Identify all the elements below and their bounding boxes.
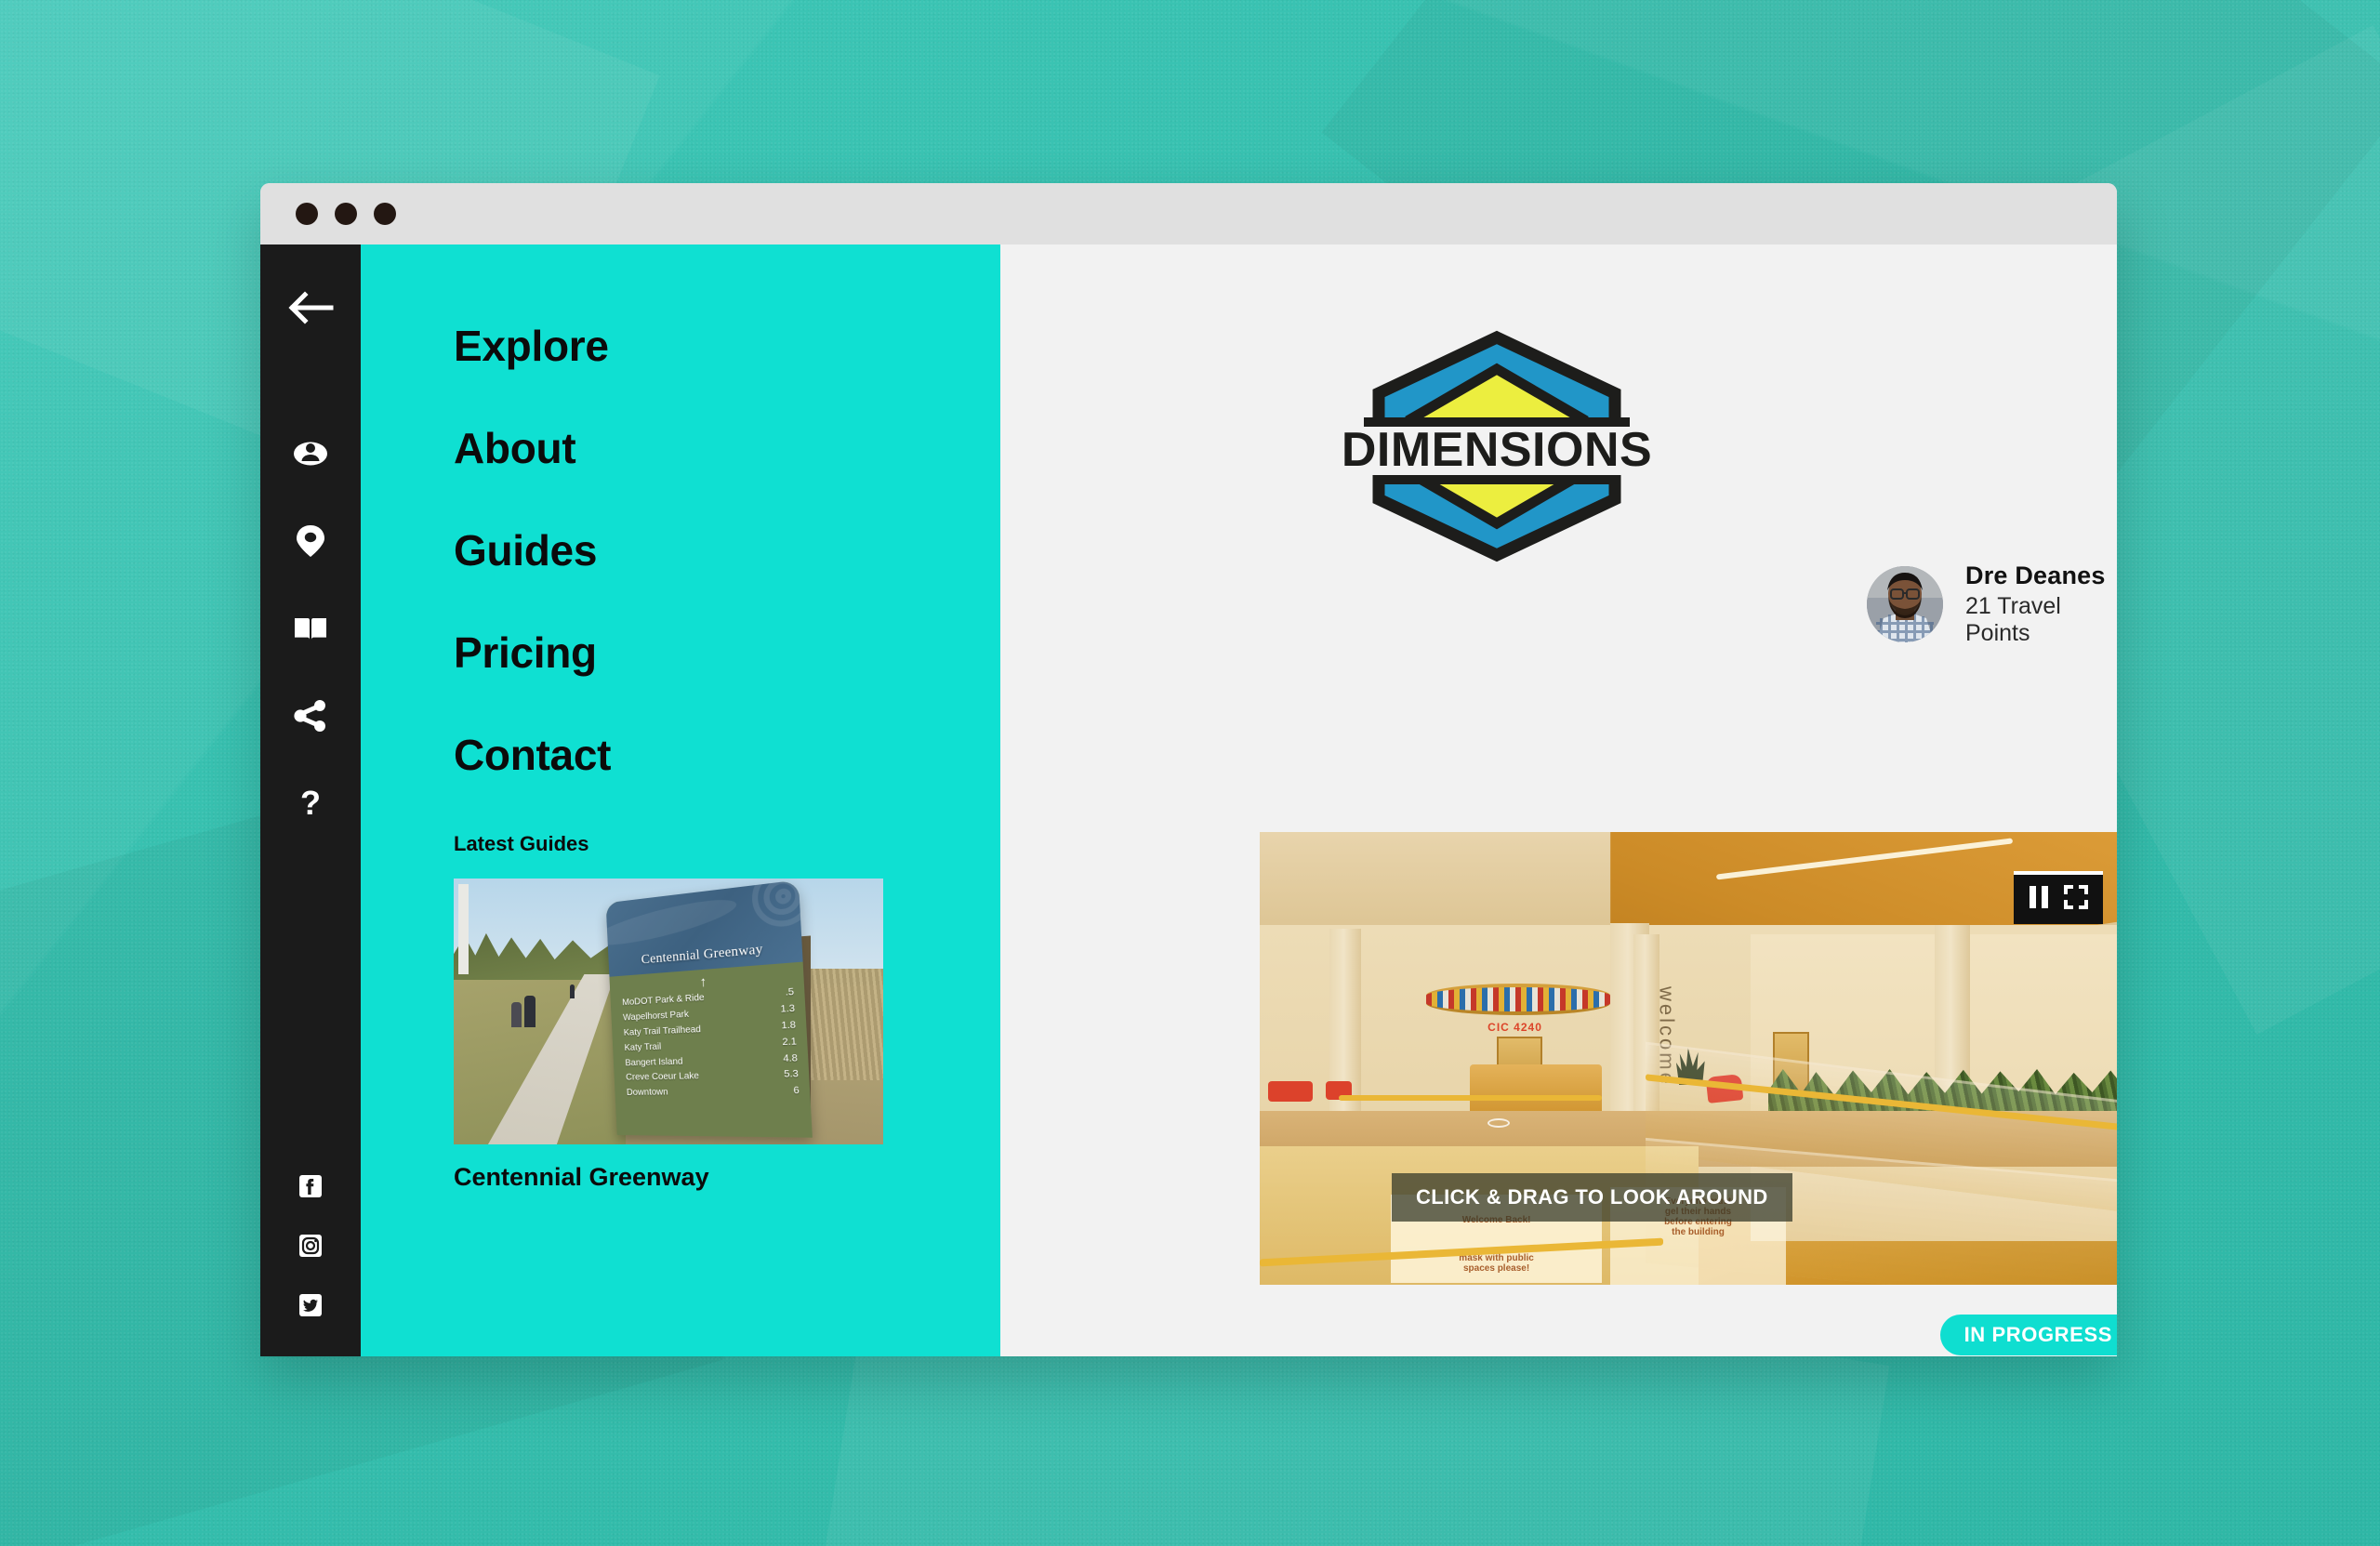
guide-sign-distance: 6 [792,1086,800,1097]
guide-sign-distance: .5 [785,987,795,999]
panorama-hint: CLICK & DRAG TO LOOK AROUND [1392,1173,1792,1222]
guide-trail-sign: Centennial Greenway ↑ MoDOT Park & Ride … [605,879,813,1139]
guide-sign-destination: Bangert Island [624,1056,683,1069]
pano-red-sofa [1268,1081,1313,1102]
guide-sign-destination: Downtown [626,1088,668,1099]
menu-item-contact[interactable]: Contact [454,730,611,780]
pano-floor-marker [1488,1118,1511,1128]
window-maximize-button[interactable] [374,203,396,225]
profile-name: Dre Deanes [1965,562,2106,589]
panorama-controls [2014,871,2103,924]
menu-item-pricing[interactable]: Pricing [454,628,597,678]
window-minimize-button[interactable] [335,203,357,225]
menu-item-guides[interactable]: Guides [454,525,597,575]
guide-title: Centennial Greenway [454,1163,709,1191]
guide-card[interactable]: Centennial Greenway ↑ MoDOT Park & Ride … [454,879,883,1192]
icon-rail-primary: ? [293,436,328,822]
guide-sign-row: Downtown 6 [626,1084,800,1102]
guide-pedestrian-3 [569,984,575,998]
open-book-icon[interactable] [293,611,328,646]
guide-pedestrian-1 [524,995,536,1028]
user-account-icon[interactable] [293,436,328,471]
status-badge-wrap: IN PROGRESS [1260,1315,2117,1355]
guide-sign-rows: ↑ MoDOT Park & Ride .5 Wapelhorst Park 1… [609,962,810,1102]
instagram-icon[interactable] [298,1234,323,1258]
pano-reception-desk [1470,1064,1602,1111]
pano-desk-sign-label: CIC 4240 [1488,1021,1542,1034]
guide-utility-pole [457,883,469,974]
user-profile[interactable]: Dre Deanes 21 Travel Points [1867,562,2117,647]
guide-sign-distance: 1.8 [780,1020,796,1032]
latest-guides-label: Latest Guides [454,832,589,855]
avatar [1867,566,1943,642]
guide-pedestrian-2 [511,1001,522,1028]
guide-sign-distance: 5.3 [783,1069,799,1081]
dimensions-logo[interactable]: DIMENSIONS [1343,330,1650,562]
pano-poster-line-3: spaces please! [1463,1263,1530,1274]
share-icon[interactable] [293,698,328,733]
back-arrow-icon[interactable] [284,282,337,334]
window-titlebar [260,183,2117,244]
guide-sign-distance: 4.8 [782,1052,798,1064]
pano-yellow-rail-1 [1338,1095,1602,1101]
window-body: DIMENSIONS Dre Deanes 21 Travel Points C… [260,244,2117,1356]
guide-sign-destination: Creve Coeur Lake [625,1071,699,1084]
svg-text:?: ? [300,786,321,821]
pano-poster2-line-4: the building [1672,1227,1725,1237]
guide-sign-distance: 1.3 [779,1003,795,1016]
profile-points: 21 Travel Points [1965,593,2061,646]
menu-item-explore[interactable]: Explore [454,321,609,371]
pano-cic-sign: CIC 4240 [1488,1021,1542,1034]
panorama-viewer[interactable]: CIC 4240 welcome mask with public spaces… [1260,832,2117,1285]
browser-window: DIMENSIONS Dre Deanes 21 Travel Points C… [260,183,2117,1356]
navigation-menu-overlay: Explore About Guides Pricing Contact Lat… [361,244,1000,1356]
facebook-icon[interactable] [298,1174,323,1198]
logo-wordmark: DIMENSIONS [1343,423,1650,477]
menu-item-about[interactable]: About [454,423,576,473]
fullscreen-icon[interactable] [2062,883,2090,916]
pause-icon[interactable] [2027,883,2051,916]
question-mark-icon[interactable]: ? [293,784,328,822]
twitter-icon[interactable] [298,1293,323,1317]
desktop-background: DIMENSIONS Dre Deanes 21 Travel Points C… [0,0,2380,1546]
window-close-button[interactable] [296,203,318,225]
guide-sign-distance: 2.1 [781,1037,797,1049]
guide-sign-destination: Katy Trail [624,1041,662,1053]
location-pin-icon[interactable] [293,523,328,559]
guide-thumbnail: Centennial Greenway ↑ MoDOT Park & Ride … [454,879,883,1144]
icon-rail-social [298,1174,323,1317]
status-badge: IN PROGRESS [1939,1315,2117,1355]
icon-rail: ? [260,244,361,1356]
pano-flag-ring [1426,984,1611,1015]
